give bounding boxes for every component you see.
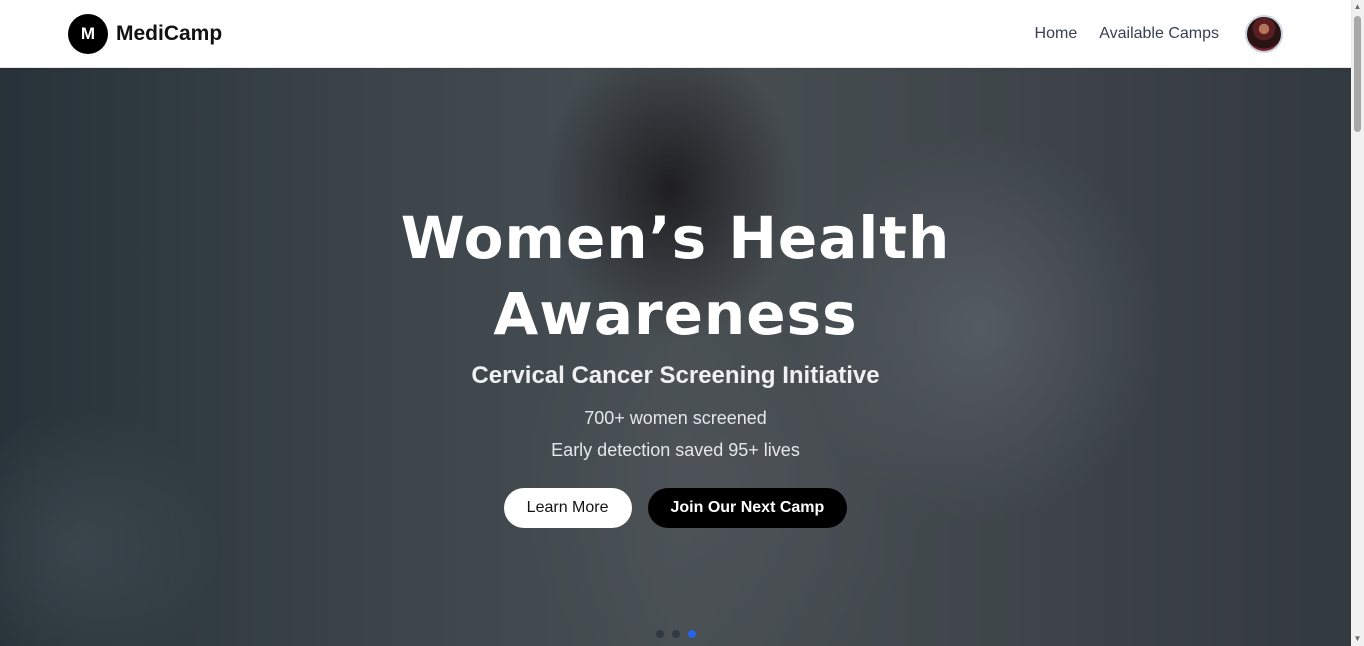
top-navbar: M MediCamp Home Available Camps — [0, 0, 1351, 68]
hero-title: Women’s Health Awareness — [0, 200, 1351, 352]
scrollbar-thumb[interactable] — [1354, 16, 1361, 132]
logo-icon[interactable]: M — [68, 13, 108, 54]
hero-title-line-1: Women’s Health — [400, 204, 951, 272]
brand[interactable]: M MediCamp — [68, 13, 222, 54]
vertical-scrollbar[interactable]: ▲ ▼ — [1351, 0, 1364, 646]
carousel-dot-1[interactable] — [655, 630, 664, 638]
hero-content: Women’s Health Awareness Cervical Cancer… — [0, 68, 1351, 646]
nav-link-home[interactable]: Home — [1035, 25, 1078, 43]
hero-title-line-2: Awareness — [493, 280, 858, 348]
carousel-indicators — [0, 630, 1351, 638]
user-avatar[interactable] — [1245, 14, 1283, 53]
carousel-dot-2[interactable] — [671, 630, 680, 638]
hero-stat-lives: Early detection saved 95+ lives — [551, 440, 800, 460]
nav-links: Home Available Camps — [1035, 14, 1283, 53]
hero-subtitle: Cervical Cancer Screening Initiative — [471, 362, 880, 389]
hero-stat-screened: 700+ women screened — [584, 408, 767, 428]
hero-carousel: Women’s Health Awareness Cervical Cancer… — [0, 68, 1351, 646]
scroll-up-arrow-icon[interactable]: ▲ — [1351, 0, 1364, 14]
scroll-down-arrow-icon[interactable]: ▼ — [1351, 632, 1364, 646]
nav-link-available-camps[interactable]: Available Camps — [1099, 25, 1219, 43]
carousel-dot-3-active[interactable] — [687, 630, 696, 638]
learn-more-button[interactable]: Learn More — [503, 488, 632, 528]
hero-buttons: Learn More Join Our Next Camp — [0, 488, 1351, 528]
brand-name[interactable]: MediCamp — [116, 22, 222, 46]
join-next-camp-button[interactable]: Join Our Next Camp — [647, 488, 848, 528]
